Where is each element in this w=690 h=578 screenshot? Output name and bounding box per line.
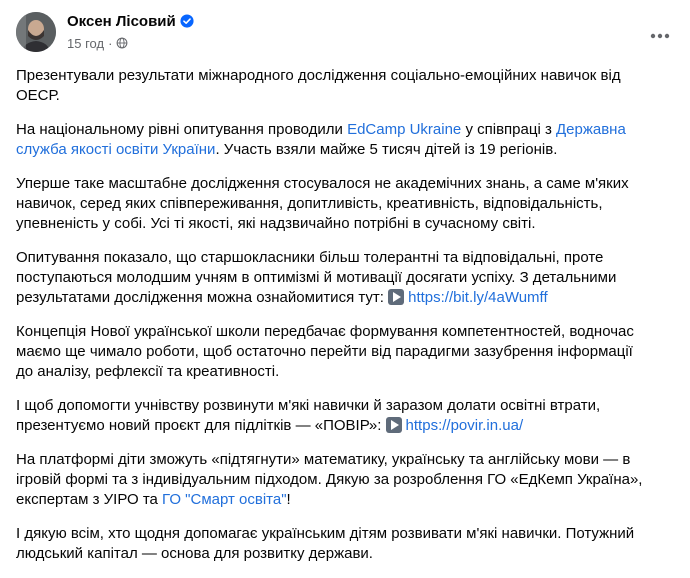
verified-badge-icon [180,14,194,28]
paragraph-7-text-2: ! [286,491,291,508]
author-name[interactable]: Оксен Лісовий [67,12,194,32]
paragraph-2: На національному рівні опитування провод… [16,120,650,160]
avatar-image [16,12,56,52]
smart-osvita-link[interactable]: ГО "Смарт освіта" [162,491,287,508]
paragraph-8: І дякую всім, хто щодня допомагає україн… [16,524,650,564]
paragraph-4: Опитування показало, що старшокласники б… [16,248,650,308]
edcamp-link[interactable]: EdCamp Ukraine [347,121,461,138]
post-content: Презентували результати міжнародного дос… [16,66,650,578]
meta-separator: · [108,36,113,51]
paragraph-7: На платформі діти зможуть «підтягнути» м… [16,450,650,510]
author-avatar[interactable] [16,12,56,52]
paragraph-3-text: Уперше таке масштабне дослідження стосув… [16,175,629,232]
paragraph-5-text: Концепція Нової української школи передб… [16,323,634,380]
globe-icon[interactable] [116,37,128,49]
paragraph-3: Уперше таке масштабне дослідження стосув… [16,174,650,234]
post-header: Оксен Лісовий 15 год · [16,12,690,56]
more-options-icon [650,33,670,39]
facebook-post: Оксен Лісовий 15 год · Презентували резул… [0,0,690,562]
paragraph-2-text-3: . Участь взяли майже 5 тисяч дітей із 19… [215,141,558,158]
paragraph-1-text: Презентували результати міжнародного дос… [16,67,621,104]
arrow-right-emoji-icon [388,289,405,305]
post-meta: 15 год · [67,36,128,52]
paragraph-5: Концепція Нової української школи передб… [16,322,650,382]
povir-link[interactable]: https://povir.in.ua/ [406,417,524,434]
arrow-right-emoji-icon [385,417,402,433]
post-time[interactable]: 15 год [67,36,104,51]
more-options-button[interactable] [642,18,678,54]
paragraph-2-text-1: На національному рівні опитування провод… [16,121,348,138]
paragraph-6: І щоб допомогти учнівству розвинути м'як… [16,396,650,436]
paragraph-2-text-2: у співпраці з [461,121,556,138]
bitly-link[interactable]: https://bit.ly/4aWumff [408,289,548,306]
paragraph-8-text: І дякую всім, хто щодня допомагає україн… [16,525,635,562]
paragraph-7-text-1: На платформі діти зможуть «підтягнути» м… [16,451,643,508]
paragraph-1: Презентували результати міжнародного дос… [16,66,650,106]
author-name-text[interactable]: Оксен Лісовий [67,13,176,30]
